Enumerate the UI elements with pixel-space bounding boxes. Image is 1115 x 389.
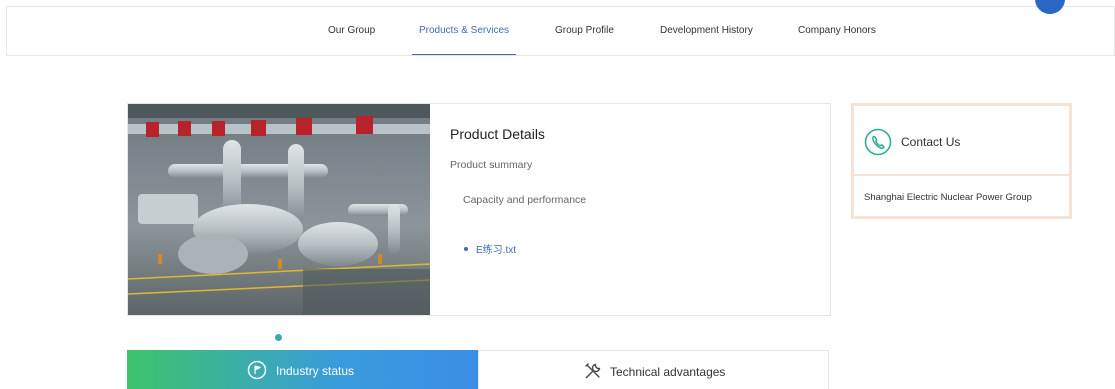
capacity-performance: Capacity and performance bbox=[463, 194, 587, 206]
flag-icon bbox=[247, 360, 267, 380]
contact-company: Shanghai Electric Nuclear Power Group bbox=[864, 192, 1032, 203]
nav-item-company-honors[interactable]: Company Honors bbox=[798, 7, 876, 55]
nav-item-group-profile[interactable]: Group Profile bbox=[555, 7, 614, 55]
phone-icon bbox=[864, 128, 892, 156]
industrial-turbine-photo-icon bbox=[128, 104, 430, 315]
bullet-icon bbox=[464, 247, 468, 252]
tab-industry-status-label: Industry status bbox=[276, 364, 355, 378]
product-photo bbox=[128, 104, 430, 315]
nav-item-our-group[interactable]: Our Group bbox=[328, 7, 375, 55]
product-summary: Product summary bbox=[450, 159, 533, 171]
tab-technical-advantages-label: Technical advantages bbox=[610, 365, 726, 379]
tools-icon bbox=[585, 363, 601, 379]
file-link[interactable]: E练习.txt bbox=[464, 241, 516, 256]
contact-title: Contact Us bbox=[901, 135, 961, 149]
product-details-title: Product Details bbox=[450, 126, 545, 142]
contact-header: Contact Us bbox=[854, 106, 1069, 176]
carousel-dot[interactable] bbox=[275, 334, 282, 341]
tab-industry-status[interactable]: Industry status bbox=[127, 350, 478, 389]
nav-item-products-services[interactable]: Products & Services bbox=[412, 7, 516, 55]
tab-technical-advantages[interactable]: Technical advantages bbox=[478, 350, 829, 389]
contact-card: Contact Us Shanghai Electric Nuclear Pow… bbox=[851, 103, 1072, 219]
top-navigation: Our Group Products & Services Group Prof… bbox=[6, 6, 1115, 56]
file-link-label: E练习.txt bbox=[476, 245, 517, 256]
product-info: Product Details Product summary Capacity… bbox=[450, 104, 820, 315]
nav-item-development-history[interactable]: Development History bbox=[660, 7, 753, 55]
product-card: Product Details Product summary Capacity… bbox=[127, 103, 831, 316]
